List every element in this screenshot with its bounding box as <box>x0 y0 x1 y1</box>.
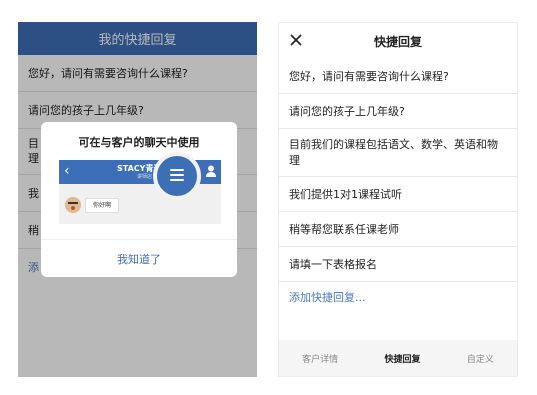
close-icon[interactable] <box>288 32 304 48</box>
right-header: 快捷回复 <box>279 23 517 59</box>
chat-preview-subtitle: 讲师店 <box>137 174 153 180</box>
list-item[interactable]: 稍等帮您联系任课老师 <box>279 212 517 247</box>
list-item[interactable]: 请问您的孩子上几年级? <box>279 94 517 129</box>
tab-customer-details[interactable]: 客户详情 <box>302 352 338 365</box>
menu-icon <box>170 169 184 184</box>
tab-custom[interactable]: 自定义 <box>467 352 494 365</box>
list-item[interactable]: 我们提供1对1课程试听 <box>279 177 517 212</box>
right-title: 快捷回复 <box>373 34 422 49</box>
list-item[interactable]: 目前我们的课程包括语文、数学、英语和物理 <box>279 129 517 177</box>
back-icon: ‹ <box>64 163 70 179</box>
got-it-button[interactable]: 我知道了 <box>41 239 237 277</box>
list-item[interactable]: 请填一下表格报名 <box>279 247 517 282</box>
add-quick-reply-link[interactable]: 添加快捷回复... <box>279 282 517 312</box>
user-icon <box>206 165 216 177</box>
left-panel: 我的快捷回复 您好，请问有需要咨询什么课程? 请问您的孩子上几年级? 目 理 我… <box>18 22 257 377</box>
tooltip-modal: 可在与客户的聊天中使用 ‹ STACY青青 讲师店 你好啊 我知道了 <box>41 122 237 277</box>
right-panel: 快捷回复 您好，请问有需要咨询什么课程? 请问您的孩子上几年级? 目前我们的课程… <box>278 22 518 377</box>
tooltip-title: 可在与客户的聊天中使用 <box>78 136 200 149</box>
list-item[interactable]: 您好，请问有需要咨询什么课程? <box>279 59 517 94</box>
chat-bubble: 你好啊 <box>85 198 119 213</box>
tab-quick-reply[interactable]: 快捷回复 <box>384 352 420 365</box>
bottom-tab-bar: 客户详情 快捷回复 自定义 <box>279 340 517 376</box>
menu-magnifier-icon <box>153 152 201 200</box>
avatar <box>65 197 81 213</box>
